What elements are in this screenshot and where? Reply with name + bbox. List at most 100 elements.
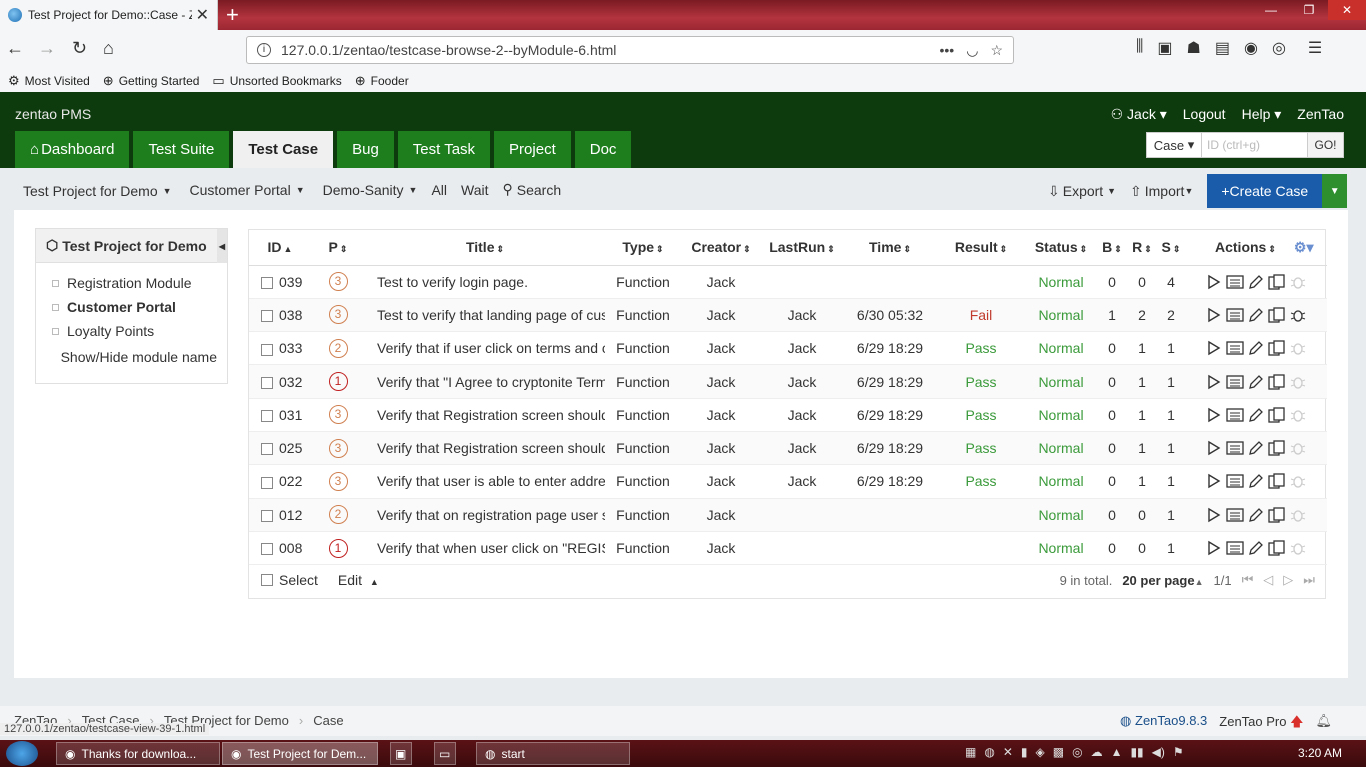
run-icon[interactable] [1206, 540, 1222, 556]
bug-icon[interactable] [1290, 374, 1306, 390]
case-title-link[interactable]: Verify that if user click on terms and c [377, 340, 605, 356]
case-result[interactable]: Pass [965, 374, 996, 390]
search-toggle[interactable]: ⚲ Search [503, 181, 562, 198]
logout-link[interactable]: Logout [1183, 106, 1226, 123]
row-checkbox[interactable] [261, 410, 273, 423]
col-actions[interactable]: Actions ⇕ ⚙▾ [1185, 230, 1327, 266]
results-icon[interactable] [1226, 507, 1244, 523]
taskbar-item-download[interactable]: ◉ Thanks for downloa... [56, 742, 220, 765]
first-page-icon[interactable]: ⏮ [1242, 572, 1254, 588]
bug-icon[interactable] [1290, 473, 1306, 489]
account-icon[interactable]: ◎ [1272, 38, 1286, 58]
filter-all[interactable]: All [431, 182, 447, 198]
run-icon[interactable] [1206, 473, 1222, 489]
collapse-sidebar-icon[interactable]: ◀ [217, 229, 227, 263]
col-lastrun[interactable]: LastRun ⇕ [761, 230, 843, 266]
flag-icon[interactable]: ⚑ [1173, 745, 1184, 759]
nav-test-case[interactable]: Test Case [233, 131, 334, 168]
taskbar-item-start[interactable]: ◍ start [476, 742, 630, 765]
col-status[interactable]: Status ⇕ [1025, 230, 1097, 266]
taskbar-app-icon[interactable]: ▣ [390, 742, 412, 765]
reader-icon[interactable]: ▤ [1215, 38, 1230, 58]
copy-icon[interactable] [1268, 307, 1286, 323]
suite-select[interactable]: Demo-Sanity ▼ [323, 182, 418, 198]
forward-icon[interactable]: → [38, 38, 56, 59]
edit-icon[interactable] [1248, 440, 1264, 456]
search-input[interactable] [1202, 132, 1308, 158]
run-icon[interactable] [1206, 340, 1222, 356]
search-type-select[interactable]: Case ▾ [1146, 132, 1202, 158]
copy-icon[interactable] [1268, 507, 1286, 523]
more-icon[interactable]: ••• [940, 42, 955, 58]
home-icon[interactable]: ⌂ [103, 38, 114, 59]
case-title-link[interactable]: Verify that Registration screen should [377, 407, 605, 423]
shield-icon[interactable]: ◉ [1244, 38, 1258, 58]
taskbar-item-firefox[interactable]: ◉ Test Project for Dem... [222, 742, 378, 765]
case-result[interactable]: Pass [965, 473, 996, 489]
bookmark-fooder[interactable]: ⊕ Fooder [355, 73, 409, 89]
tray-icon[interactable]: ▦ [965, 745, 976, 759]
edit-icon[interactable] [1248, 473, 1264, 489]
case-id[interactable]: 025 [279, 440, 302, 456]
case-title-link[interactable]: Verify that user is able to enter addres [377, 473, 605, 489]
case-title-link[interactable]: Verify that on registration page user sl [377, 507, 605, 523]
case-title-link[interactable]: Verify that Registration screen should [377, 440, 605, 456]
results-icon[interactable] [1226, 274, 1244, 290]
col-result[interactable]: Result ⇕ [937, 230, 1025, 266]
last-page-icon[interactable]: ⏭ [1303, 572, 1315, 588]
show-hide-module-button[interactable]: Show/Hide module name [36, 349, 227, 365]
col-time[interactable]: Time ⇕ [843, 230, 937, 266]
menu-icon[interactable]: ☰ [1308, 38, 1322, 58]
user-menu[interactable]: ⚇ Jack ▾ [1111, 106, 1167, 123]
nav-doc[interactable]: Doc [574, 131, 632, 168]
module-select[interactable]: Customer Portal ▼ [190, 182, 305, 198]
close-window-icon[interactable]: ✕ [1328, 0, 1366, 20]
copy-icon[interactable] [1268, 540, 1286, 556]
pocket-icon[interactable]: ◡ [966, 42, 978, 59]
col-type[interactable]: Type ⇕ [605, 230, 681, 266]
bug-icon[interactable] [1290, 407, 1306, 423]
network-icon[interactable]: ▮▮ [1130, 745, 1143, 759]
col-results[interactable]: R ⇕ [1127, 230, 1157, 266]
run-icon[interactable] [1206, 374, 1222, 390]
case-title-link[interactable]: Verify that "I Agree to cryptonite Terms [377, 374, 605, 390]
col-priority[interactable]: P ⇕ [311, 230, 365, 266]
row-checkbox[interactable] [261, 376, 273, 389]
tray-icon[interactable]: ▮ [1021, 745, 1028, 759]
case-id[interactable]: 038 [279, 307, 302, 323]
results-icon[interactable] [1226, 407, 1244, 423]
reload-icon[interactable]: ↻ [72, 38, 87, 59]
filter-wait[interactable]: Wait [461, 182, 488, 198]
create-dropdown-button[interactable]: ▼ [1322, 174, 1348, 208]
edit-icon[interactable] [1248, 307, 1264, 323]
volume-icon[interactable]: ◀) [1152, 745, 1165, 759]
run-icon[interactable] [1206, 440, 1222, 456]
bookmark-unsorted[interactable]: ▭ Unsorted Bookmarks [212, 73, 341, 89]
run-icon[interactable] [1206, 407, 1222, 423]
library-icon[interactable]: ⫼ [1136, 38, 1143, 58]
minimize-icon[interactable]: — [1252, 0, 1290, 20]
product-select[interactable]: Test Project for Demo ▼ [23, 183, 172, 199]
next-page-icon[interactable]: ▷ [1283, 572, 1293, 588]
browser-tab[interactable]: Test Project for Demo::Case - Z ✕ [0, 0, 218, 30]
case-result[interactable]: Fail [970, 307, 993, 323]
nav-project[interactable]: Project [494, 131, 571, 168]
run-icon[interactable] [1206, 307, 1222, 323]
bug-icon[interactable] [1290, 540, 1306, 556]
results-icon[interactable] [1226, 307, 1244, 323]
row-checkbox[interactable] [261, 510, 273, 523]
tray-icon[interactable]: ◈ [1036, 745, 1045, 759]
module-registration[interactable]: Registration Module [36, 271, 227, 295]
row-checkbox[interactable] [261, 310, 273, 323]
bookmark-star-icon[interactable]: ☆ [990, 42, 1003, 59]
copy-icon[interactable] [1268, 373, 1286, 390]
info-icon[interactable]: i [257, 43, 271, 57]
copy-icon[interactable] [1268, 440, 1286, 456]
row-checkbox[interactable] [261, 443, 273, 456]
nav-test-suite[interactable]: Test Suite [133, 131, 230, 168]
copy-icon[interactable] [1268, 407, 1286, 423]
tray-icon[interactable]: ✕ [1003, 745, 1013, 759]
checkbox[interactable] [261, 574, 273, 586]
case-result[interactable]: Pass [965, 407, 996, 423]
case-result[interactable]: Pass [965, 440, 996, 456]
